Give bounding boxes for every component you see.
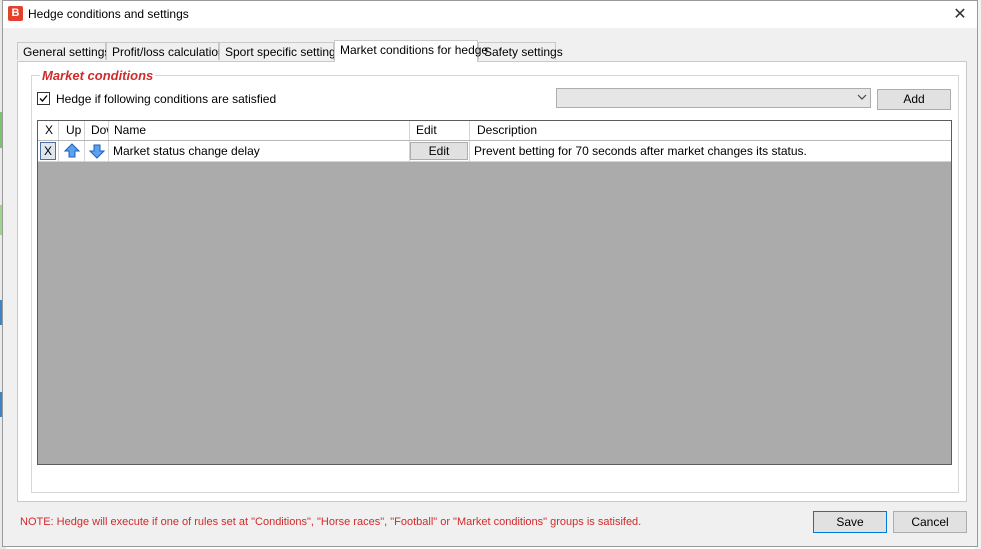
- edit-row-button[interactable]: Edit: [410, 142, 468, 160]
- tab-general-settings[interactable]: General settings: [17, 42, 110, 60]
- tab-strip: General settings Profit/loss calculation…: [17, 40, 967, 62]
- hedge-conditions-checkbox[interactable]: [37, 92, 50, 105]
- arrow-down-icon[interactable]: [89, 143, 105, 159]
- chevron-down-icon: [857, 92, 867, 105]
- tab-sport-specific[interactable]: Sport specific settings: [219, 42, 342, 60]
- conditions-grid: X Up Down Name Edit Description X Market…: [37, 120, 952, 465]
- close-icon[interactable]: ✕: [943, 1, 977, 28]
- column-header-down: Down: [85, 121, 109, 140]
- title-bar: B Hedge conditions and settings ✕: [3, 1, 977, 28]
- group-title: Market conditions: [40, 68, 156, 83]
- column-header-description: Description: [477, 123, 538, 137]
- edit-cell: Edit: [410, 141, 470, 161]
- app-logo-icon: B: [8, 6, 23, 21]
- move-up-cell: [59, 141, 85, 161]
- cancel-button[interactable]: Cancel: [893, 511, 967, 533]
- save-button[interactable]: Save: [813, 511, 887, 533]
- window-title: Hedge conditions and settings: [28, 7, 189, 21]
- condition-type-dropdown[interactable]: [556, 88, 871, 108]
- move-down-cell: [85, 141, 109, 161]
- tab-market-conditions[interactable]: Market conditions for hedge: [334, 40, 488, 62]
- table-row[interactable]: X Market status change delay Edit Preven…: [38, 141, 951, 162]
- arrow-up-icon[interactable]: [64, 143, 80, 159]
- remove-cell: X: [38, 141, 59, 161]
- hedge-settings-dialog: B Hedge conditions and settings ✕ Genera…: [2, 0, 978, 547]
- column-header-x: X: [38, 121, 59, 140]
- add-button[interactable]: Add: [877, 89, 951, 110]
- column-header-edit: Edit: [410, 121, 470, 140]
- tab-profit-loss[interactable]: Profit/loss calculation: [106, 42, 225, 60]
- grid-header: X Up Down Name Edit Description: [38, 121, 951, 141]
- remove-row-button[interactable]: X: [40, 142, 56, 160]
- column-header-up: Up: [59, 121, 85, 140]
- checkbox-label: Hedge if following conditions are satisf…: [56, 92, 277, 106]
- row-name: Market status change delay: [109, 141, 410, 161]
- footer-note: NOTE: Hedge will execute if one of rules…: [20, 516, 642, 528]
- column-header-name: Name: [109, 121, 410, 140]
- tab-safety-settings[interactable]: Safety settings: [478, 42, 563, 60]
- row-description: Prevent betting for 70 seconds after mar…: [474, 144, 807, 158]
- checkmark-icon: [39, 95, 48, 102]
